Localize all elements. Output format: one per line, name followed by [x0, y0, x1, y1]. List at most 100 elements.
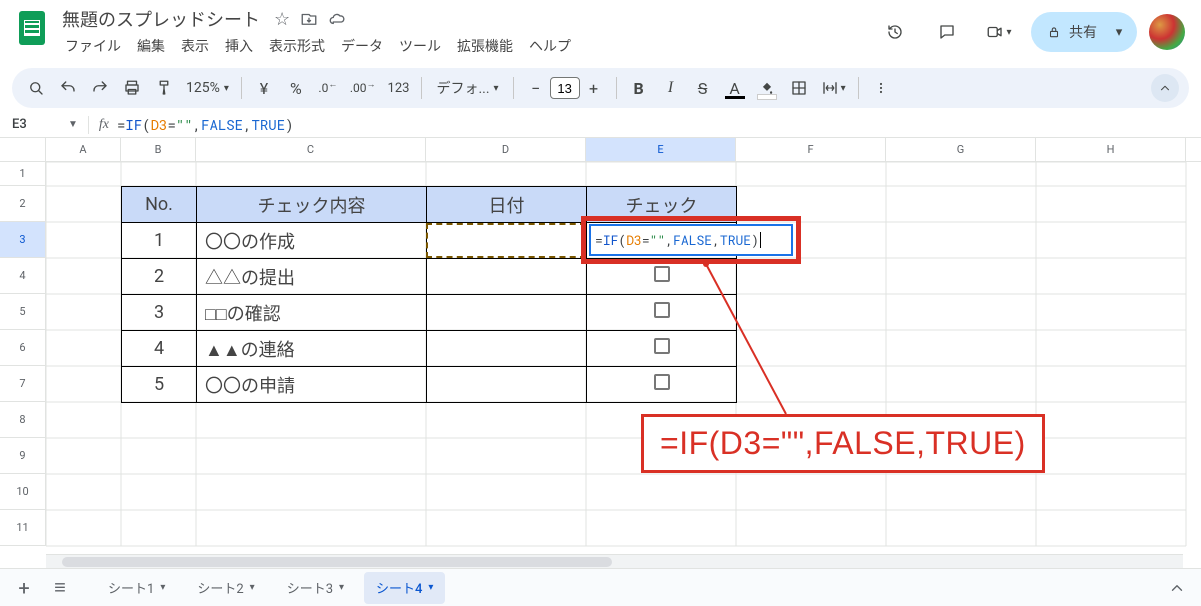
name-box-dropdown-icon[interactable]: ▼ [68, 119, 78, 130]
row-header-9[interactable]: 9 [0, 438, 46, 474]
column-headers: ABCDEFGH [0, 138, 1201, 162]
menu-ヘルプ[interactable]: ヘルプ [522, 32, 578, 60]
italic-icon[interactable]: I [657, 74, 685, 102]
search-menus-icon[interactable] [22, 74, 50, 102]
cell-content: ▲▲の連絡 [197, 331, 427, 367]
star-icon[interactable]: ☆ [274, 9, 290, 30]
row-header-4[interactable]: 4 [0, 258, 46, 294]
more-toolbar-icon[interactable] [867, 74, 895, 102]
menu-挿入[interactable]: 挿入 [218, 32, 260, 60]
currency-icon[interactable]: ¥ [250, 74, 278, 102]
sheet-tab-dropdown-icon[interactable]: ▾ [428, 582, 433, 593]
row-header-8[interactable]: 8 [0, 402, 46, 438]
borders-icon[interactable] [785, 74, 813, 102]
cell-no: 2 [122, 259, 197, 295]
doc-title[interactable]: 無題のスプレッドシート [58, 6, 264, 32]
font-family-select[interactable]: デフォ...▾ [430, 74, 504, 102]
row-header-1[interactable]: 1 [0, 162, 46, 186]
cell-check [587, 331, 737, 367]
select-all-corner[interactable] [0, 138, 46, 161]
account-avatar[interactable] [1149, 14, 1185, 50]
cell-date [427, 367, 587, 403]
col-header-A[interactable]: A [46, 138, 121, 161]
print-icon[interactable] [118, 74, 146, 102]
checkbox-icon[interactable] [654, 266, 670, 282]
formula-input[interactable]: =IF(D3="",FALSE,TRUE) [117, 115, 294, 134]
cell-no: 4 [122, 331, 197, 367]
row-header-10[interactable]: 10 [0, 474, 46, 510]
zoom-select[interactable]: 125% ▾ [182, 74, 233, 102]
menu-表示形式[interactable]: 表示形式 [262, 32, 332, 60]
col-header-H[interactable]: H [1036, 138, 1186, 161]
text-color-icon[interactable]: A [721, 74, 749, 102]
menu-ツール[interactable]: ツール [392, 32, 448, 60]
cell-content: 〇〇の申請 [197, 367, 427, 403]
sheet-tab-dropdown-icon[interactable]: ▾ [160, 582, 165, 593]
decrease-decimal-icon[interactable]: .0← [314, 74, 342, 102]
zoom-value: 125% [186, 80, 220, 96]
percent-icon[interactable]: % [282, 74, 310, 102]
bold-icon[interactable]: B [625, 74, 653, 102]
col-header-B[interactable]: B [121, 138, 196, 161]
menu-データ[interactable]: データ [334, 32, 390, 60]
menubar: ファイル編集表示挿入表示形式データツール拡張機能ヘルプ [58, 32, 578, 60]
merge-cells-icon[interactable]: ▾ [817, 74, 850, 102]
sheet-tab-dropdown-icon[interactable]: ▾ [250, 582, 255, 593]
cell-date [427, 295, 587, 331]
checkbox-icon[interactable] [654, 374, 670, 390]
fill-color-icon[interactable] [753, 74, 781, 102]
menu-編集[interactable]: 編集 [130, 32, 172, 60]
col-header-E[interactable]: E [586, 138, 736, 161]
fx-icon: fx [99, 117, 109, 133]
checkbox-icon[interactable] [654, 302, 670, 318]
collapse-toolbar-icon[interactable] [1151, 74, 1179, 102]
row-header-11[interactable]: 11 [0, 510, 46, 546]
col-header-C[interactable]: C [196, 138, 426, 161]
lock-icon [1047, 25, 1061, 39]
spreadsheet-grid[interactable]: ABCDEFGH 1234567891011 No. チェック内容 日付 チェッ… [0, 138, 1201, 568]
row-header-6[interactable]: 6 [0, 330, 46, 366]
share-button[interactable]: 共有 ▾ [1031, 12, 1137, 52]
explore-icon[interactable] [1161, 573, 1193, 603]
font-family-value: デフォ... [436, 78, 489, 98]
cells-canvas[interactable]: No. チェック内容 日付 チェック 1〇〇の作成2△△の提出3□□の確認4▲▲… [46, 162, 1201, 568]
add-sheet-button[interactable]: + [8, 573, 40, 603]
font-size-input[interactable] [550, 77, 580, 99]
header-no: No. [122, 187, 197, 223]
more-formats-icon[interactable]: 123 [384, 74, 414, 102]
titlebar: 無題のスプレッドシート ☆ ファイル編集表示挿入表示形式データツール拡張機能ヘル… [0, 0, 1201, 64]
row-header-7[interactable]: 7 [0, 366, 46, 402]
increase-font-icon[interactable]: + [580, 74, 608, 102]
decrease-font-icon[interactable]: − [522, 74, 550, 102]
undo-icon[interactable] [54, 74, 82, 102]
cell-no: 3 [122, 295, 197, 331]
cell-check [587, 367, 737, 403]
col-header-F[interactable]: F [736, 138, 886, 161]
comment-icon[interactable] [927, 12, 967, 52]
all-sheets-button[interactable]: ≡ [44, 573, 76, 603]
checkbox-icon[interactable] [654, 338, 670, 354]
sheet-tab-bar: + ≡ シート1▾シート2▾シート3▾シート4▾ [0, 568, 1201, 606]
paint-format-icon[interactable] [150, 74, 178, 102]
strikethrough-icon[interactable]: S [689, 74, 717, 102]
meet-icon[interactable]: ▾ [979, 12, 1019, 52]
sheets-logo[interactable] [12, 8, 52, 48]
menu-表示[interactable]: 表示 [174, 32, 216, 60]
col-header-D[interactable]: D [426, 138, 586, 161]
horizontal-scrollbar[interactable] [46, 554, 1183, 568]
cloud-icon[interactable] [328, 10, 346, 28]
share-dropdown-icon[interactable]: ▾ [1105, 25, 1133, 40]
redo-icon[interactable] [86, 74, 114, 102]
row-header-5[interactable]: 5 [0, 294, 46, 330]
col-header-G[interactable]: G [886, 138, 1036, 161]
name-box[interactable]: E3 [8, 117, 60, 132]
move-icon[interactable] [300, 10, 318, 28]
increase-decimal-icon[interactable]: .00→ [346, 74, 380, 102]
history-icon[interactable] [875, 12, 915, 52]
menu-ファイル[interactable]: ファイル [58, 32, 128, 60]
row-header-2[interactable]: 2 [0, 186, 46, 222]
row-header-3[interactable]: 3 [0, 222, 46, 258]
sheet-tab-dropdown-icon[interactable]: ▾ [339, 582, 344, 593]
menu-拡張機能[interactable]: 拡張機能 [450, 32, 520, 60]
cell-editor[interactable]: =IF(D3="",FALSE,TRUE) [589, 224, 793, 256]
